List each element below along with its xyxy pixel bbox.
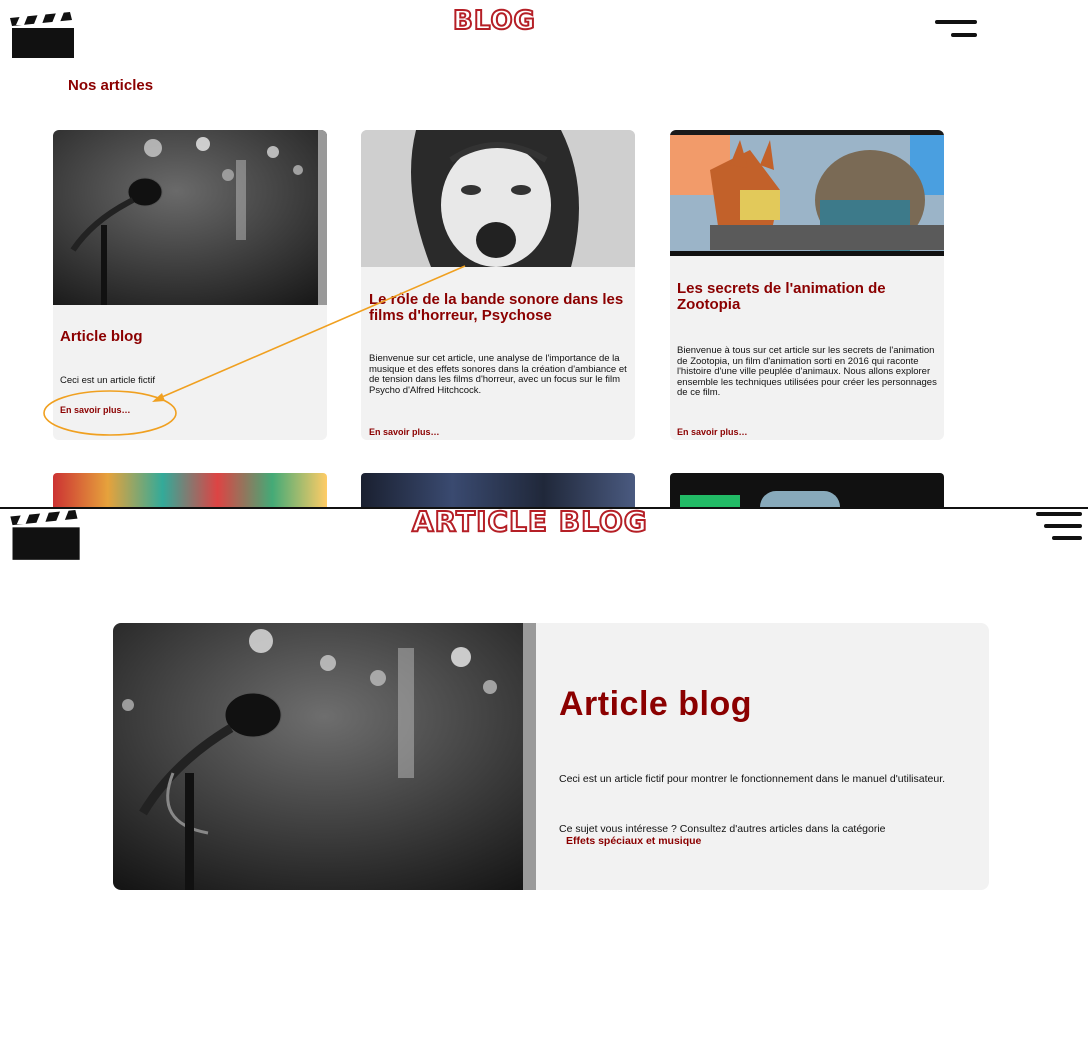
clapperboard-logo-icon[interactable] — [10, 12, 74, 60]
article-paragraph: Ce sujet vous intéresse ? Consultez d'au… — [559, 823, 886, 835]
hamburger-menu-icon[interactable] — [935, 20, 977, 38]
card-excerpt: Bienvenue sur cet article, une analyse d… — [369, 353, 627, 396]
read-more-link[interactable]: En savoir plus… — [677, 427, 748, 437]
psycho-scream-photo — [361, 130, 635, 267]
article-card[interactable]: Les secrets de l'animation de Zootopia B… — [670, 130, 944, 440]
hamburger-menu-icon[interactable] — [1036, 512, 1082, 540]
article-detail: Article blog Ceci est un article fictif … — [113, 623, 989, 890]
article-card-thumbnail[interactable] — [361, 473, 635, 507]
category-link[interactable]: Effets spéciaux et musique — [566, 835, 701, 847]
zootopia-still — [670, 130, 944, 256]
article-card-thumbnail[interactable] — [670, 473, 944, 507]
read-more-link[interactable]: En savoir plus… — [60, 405, 131, 415]
read-more-link[interactable]: En savoir plus… — [369, 427, 440, 437]
article-heading: Article blog — [559, 685, 753, 723]
microphone-photo — [53, 130, 327, 305]
card-title[interactable]: Le rôle de la bande sonore dans les film… — [369, 292, 631, 324]
card-excerpt: Ceci est un article fictif — [60, 375, 156, 386]
card-title[interactable]: Les secrets de l'animation de Zootopia — [677, 281, 939, 313]
page-title: BLOG — [452, 5, 536, 37]
clapperboard-logo-icon[interactable] — [10, 510, 80, 562]
microphone-photo — [113, 623, 536, 890]
article-card[interactable]: Article blog Ceci est un article fictif … — [53, 130, 327, 440]
card-title[interactable]: Article blog — [60, 329, 320, 345]
section-title: Nos articles — [68, 77, 154, 94]
article-paragraph: Ceci est un article fictif pour montrer … — [559, 773, 946, 785]
article-card[interactable]: Le rôle de la bande sonore dans les film… — [361, 130, 635, 440]
article-card-thumbnail[interactable] — [53, 473, 327, 507]
card-excerpt: Bienvenue à tous sur cet article sur les… — [677, 345, 937, 398]
page-title: ARTICLE BLOG — [411, 504, 648, 539]
